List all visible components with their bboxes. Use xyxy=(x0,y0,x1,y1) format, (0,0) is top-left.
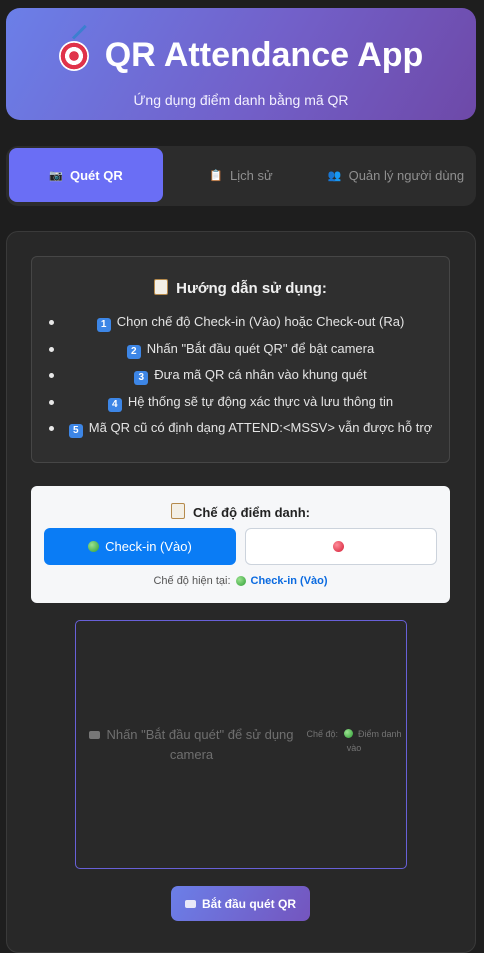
current-mode-value: Check-in (Vào) xyxy=(250,575,328,587)
app-title-text: QR Attendance App xyxy=(104,36,424,74)
green-circle-icon xyxy=(343,729,353,738)
clipboard-icon: 📋 xyxy=(209,169,224,182)
guide-item: 3 Đưa mã QR cá nhân vào khung quét xyxy=(32,365,449,392)
guide-list: 1 Chọn chế độ Check-in (Vào) hoặc Check-o… xyxy=(32,312,449,445)
green-circle-icon xyxy=(88,541,100,552)
users-icon: 👥 xyxy=(327,169,342,182)
start-scan-button[interactable]: Bắt đầu quét QR xyxy=(171,886,310,921)
scanner-placeholder-text: Nhấn "Bắt đầu quét" để sử dụng camera xyxy=(106,727,294,762)
app-header: QR Attendance App Ứng dụng điểm danh bằn… xyxy=(6,8,476,120)
guide-item: 1 Chọn chế độ Check-in (Vào) hoặc Check-o… xyxy=(32,312,449,339)
target-icon xyxy=(58,40,89,71)
number-3-icon: 3 xyxy=(134,371,149,385)
guide-title: Hướng dẫn sử dụng: xyxy=(32,279,449,297)
tab-scan-qr-label: Quét QR xyxy=(69,167,123,183)
number-1-icon: 1 xyxy=(96,318,111,332)
guide-item-text: Hệ thống sẽ tự động xác thực và lưu thôn… xyxy=(127,393,394,409)
guide-item-text: Chọn chế độ Check-in (Vào) hoặc Check-ou… xyxy=(116,314,405,329)
tab-history[interactable]: 📋 Lịch sử xyxy=(164,148,318,202)
number-4-icon: 4 xyxy=(107,397,122,412)
usage-guide: Hướng dẫn sử dụng: 1 Chọn chế độ Check-in… xyxy=(31,256,450,463)
scanner-mode-prefix: Chế độ: xyxy=(306,729,338,739)
tab-bar: 📷 Quét QR 📋 Lịch sử 👥 Quản lý người dùng xyxy=(6,146,476,206)
checkout-button[interactable] xyxy=(245,528,437,565)
checkin-button[interactable]: Check-in (Vào) xyxy=(44,528,236,565)
green-circle-icon xyxy=(235,576,246,586)
scanner-placeholder: Nhấn "Bắt đầu quét" để sử dụng camera xyxy=(84,725,299,765)
guide-item-text: Đưa mã QR cá nhân vào khung quét xyxy=(154,367,367,382)
tab-user-management[interactable]: 👥 Quản lý người dùng xyxy=(319,148,473,202)
guide-item: 2 Nhấn "Bắt đầu quét QR" để bật camera xyxy=(32,339,449,366)
mode-title-text: Chế độ điểm danh: xyxy=(193,505,310,520)
current-mode-status: Chế độ hiện tại: Check-in (Vào) xyxy=(31,575,450,587)
red-circle-icon xyxy=(332,541,344,552)
mode-title: Chế độ điểm danh: xyxy=(31,503,450,520)
camera-icon: 📷 xyxy=(49,169,63,182)
camera-icon xyxy=(89,731,101,739)
clipboard-icon xyxy=(154,279,169,295)
camera-icon xyxy=(184,899,196,908)
tab-history-label: Lịch sử xyxy=(230,167,273,183)
checkin-button-label: Check-in (Vào) xyxy=(105,539,192,554)
guide-item: 5 Mã QR cũ có định dạng ATTEND:<MSSV> vẫn… xyxy=(32,418,449,445)
attendance-mode-selector: Chế độ điểm danh: Check-in (Vào) Chế độ … xyxy=(31,486,450,603)
clipboard-icon xyxy=(171,503,185,519)
guide-item-text: Nhấn "Bắt đầu quét QR" để bật camera xyxy=(146,340,375,356)
start-scan-button-label: Bắt đầu quét QR xyxy=(201,896,296,911)
number-2-icon: 2 xyxy=(126,344,141,359)
tab-user-management-label: Quản lý người dùng xyxy=(348,167,465,183)
guide-item-text: Mã QR cũ có định dạng ATTEND:<MSSV> vẫn … xyxy=(88,420,433,435)
qr-scanner-viewport[interactable]: Nhấn "Bắt đầu quét" để sử dụng camera Ch… xyxy=(75,620,407,869)
scanner-mode-label: Chế độ: Điểm danh vào xyxy=(302,727,406,755)
tab-scan-qr[interactable]: 📷 Quét QR xyxy=(9,148,163,202)
app-subtitle: Ứng dụng điểm danh bằng mã QR xyxy=(133,92,349,108)
scanner-mode-value: Điểm danh vào xyxy=(346,729,402,753)
app-title: QR Attendance App xyxy=(6,36,476,75)
current-mode-prefix: Chế độ hiện tại: xyxy=(153,575,231,587)
guide-title-text: Hướng dẫn sử dụng: xyxy=(176,280,327,297)
number-5-icon: 5 xyxy=(68,424,83,438)
guide-item: 4 Hệ thống sẽ tự động xác thực và lưu thô… xyxy=(32,392,449,419)
